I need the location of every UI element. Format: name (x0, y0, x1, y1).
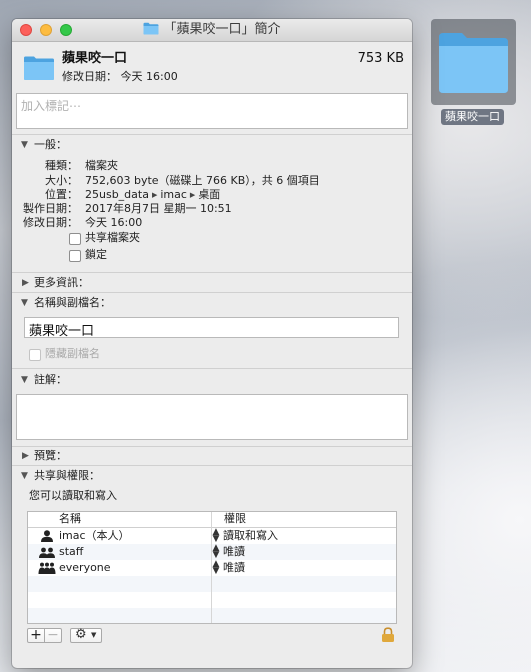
table-row[interactable]: imac（本人） ▲ ▼ 讀取和寫入 (28, 528, 396, 544)
disclosure-closed-icon[interactable]: ▶ (22, 451, 29, 461)
comments-input[interactable] (16, 394, 408, 440)
row-privilege[interactable]: 唯讀 (223, 545, 245, 559)
hide-extension-checkbox[interactable] (29, 349, 41, 361)
group-icon (39, 547, 55, 558)
kind-label: 種類： (45, 159, 78, 172)
gear-icon: ⚙ (75, 627, 87, 642)
folder-icon (439, 33, 508, 93)
column-name-header[interactable]: 名稱 (59, 512, 81, 526)
lock-icon[interactable] (381, 627, 395, 643)
desktop-folder-selection[interactable] (431, 19, 516, 105)
section-sharing-title[interactable]: 共享與權限： (34, 469, 100, 483)
divider (12, 368, 412, 369)
modified-value: 今天 16:00 (85, 216, 143, 229)
permissions-table: 名稱 權限 imac（本人） ▲ ▼ 讀取和寫入 staff ▲ ▼ 唯讀 ev… (27, 511, 397, 624)
remove-button[interactable]: − (45, 627, 61, 643)
window-title: 「蘋果咬一口」簡介 (163, 22, 281, 37)
divider (12, 134, 412, 135)
sharing-summary: 您可以讀取和寫入 (29, 489, 117, 502)
empty-row (28, 576, 396, 592)
path-segment: imac (160, 188, 187, 201)
stepper-icon[interactable]: ▲ ▼ (212, 528, 220, 544)
locked-label[interactable]: 鎖定 (85, 248, 107, 262)
hide-extension-label: 隱藏副檔名 (45, 347, 100, 360)
item-modified: 修改日期： 今天 16:00 (62, 70, 178, 83)
table-row[interactable]: staff ▲ ▼ 唯讀 (28, 544, 396, 560)
section-comments-title[interactable]: 註解： (34, 373, 67, 387)
section-more-info-title[interactable]: 更多資訊： (34, 276, 89, 290)
item-name: 蘋果咬一口 (62, 51, 128, 66)
name-input-value: 蘋果咬一口 (29, 324, 95, 339)
locked-checkbox[interactable] (69, 250, 81, 262)
column-privilege-header[interactable]: 權限 (224, 512, 246, 526)
disclosure-open-icon[interactable]: ▼ (21, 471, 28, 481)
path-segment: 25usb_data (85, 188, 149, 201)
title-bar[interactable]: 「蘋果咬一口」簡介 (12, 19, 412, 42)
add-button[interactable]: + (28, 627, 44, 643)
everyone-icon (38, 562, 56, 574)
name-input[interactable]: 蘋果咬一口 (24, 317, 399, 339)
add-remove-group: + − (27, 627, 62, 643)
row-name: staff (59, 545, 84, 558)
kind-value: 檔案夾 (85, 159, 118, 172)
empty-row (28, 608, 396, 623)
row-name: everyone (59, 561, 111, 574)
table-row[interactable]: everyone ▲ ▼ 唯讀 (28, 560, 396, 576)
chevron-right-icon: ▶ (151, 191, 158, 199)
shared-folder-checkbox[interactable] (69, 233, 81, 245)
folder-icon (24, 56, 54, 80)
created-value: 2017年8月7日 星期一 10:51 (85, 202, 232, 215)
chevron-down-icon: ▼ (91, 631, 97, 639)
disclosure-open-icon[interactable]: ▼ (21, 140, 28, 150)
permissions-header: 名稱 權限 (28, 512, 396, 528)
stepper-icon[interactable]: ▲ ▼ (212, 544, 220, 560)
size-value: 752,603 byte（磁碟上 766 KB），共 6 個項目 (85, 174, 320, 187)
info-window: 「蘋果咬一口」簡介 蘋果咬一口 753 KB 修改日期： 今天 16:00 加入… (12, 19, 412, 668)
path-segment: 桌面 (198, 188, 221, 201)
folder-icon (143, 22, 159, 35)
where-label: 位置： (45, 188, 78, 201)
tags-input[interactable]: 加入標記⋯ (16, 93, 408, 129)
shared-folder-label[interactable]: 共享檔案夾 (85, 231, 140, 245)
window-title-area: 「蘋果咬一口」簡介 (12, 19, 412, 41)
where-path: 25usb_data ▶ imac ▶ 桌面 (85, 188, 220, 202)
chevron-right-icon: ▶ (189, 191, 196, 199)
divider (12, 292, 412, 293)
disclosure-closed-icon[interactable]: ▶ (22, 278, 29, 288)
stepper-icon[interactable]: ▲ ▼ (212, 560, 220, 576)
user-icon (41, 530, 53, 542)
created-label: 製作日期： (23, 202, 78, 215)
modified-label: 修改日期： (23, 216, 78, 229)
tags-placeholder: 加入標記⋯ (21, 99, 82, 113)
size-label: 大小： (45, 174, 78, 187)
row-privilege[interactable]: 唯讀 (223, 561, 245, 575)
divider (12, 465, 412, 466)
action-menu-button[interactable]: ⚙ ▼ (70, 628, 102, 643)
section-general-title[interactable]: 一般： (34, 138, 67, 152)
row-privilege[interactable]: 讀取和寫入 (223, 529, 278, 543)
disclosure-open-icon[interactable]: ▼ (21, 298, 28, 308)
row-name: imac（本人） (59, 529, 130, 542)
divider (12, 446, 412, 447)
empty-row (28, 592, 396, 608)
section-name-ext-title[interactable]: 名稱與副檔名： (34, 296, 111, 310)
section-preview-title[interactable]: 預覽： (34, 449, 67, 463)
disclosure-open-icon[interactable]: ▼ (21, 375, 28, 385)
divider (12, 272, 412, 273)
item-size: 753 KB (357, 51, 404, 66)
desktop-folder-label[interactable]: 蘋果咬一口 (441, 109, 504, 125)
column-divider (211, 512, 212, 623)
